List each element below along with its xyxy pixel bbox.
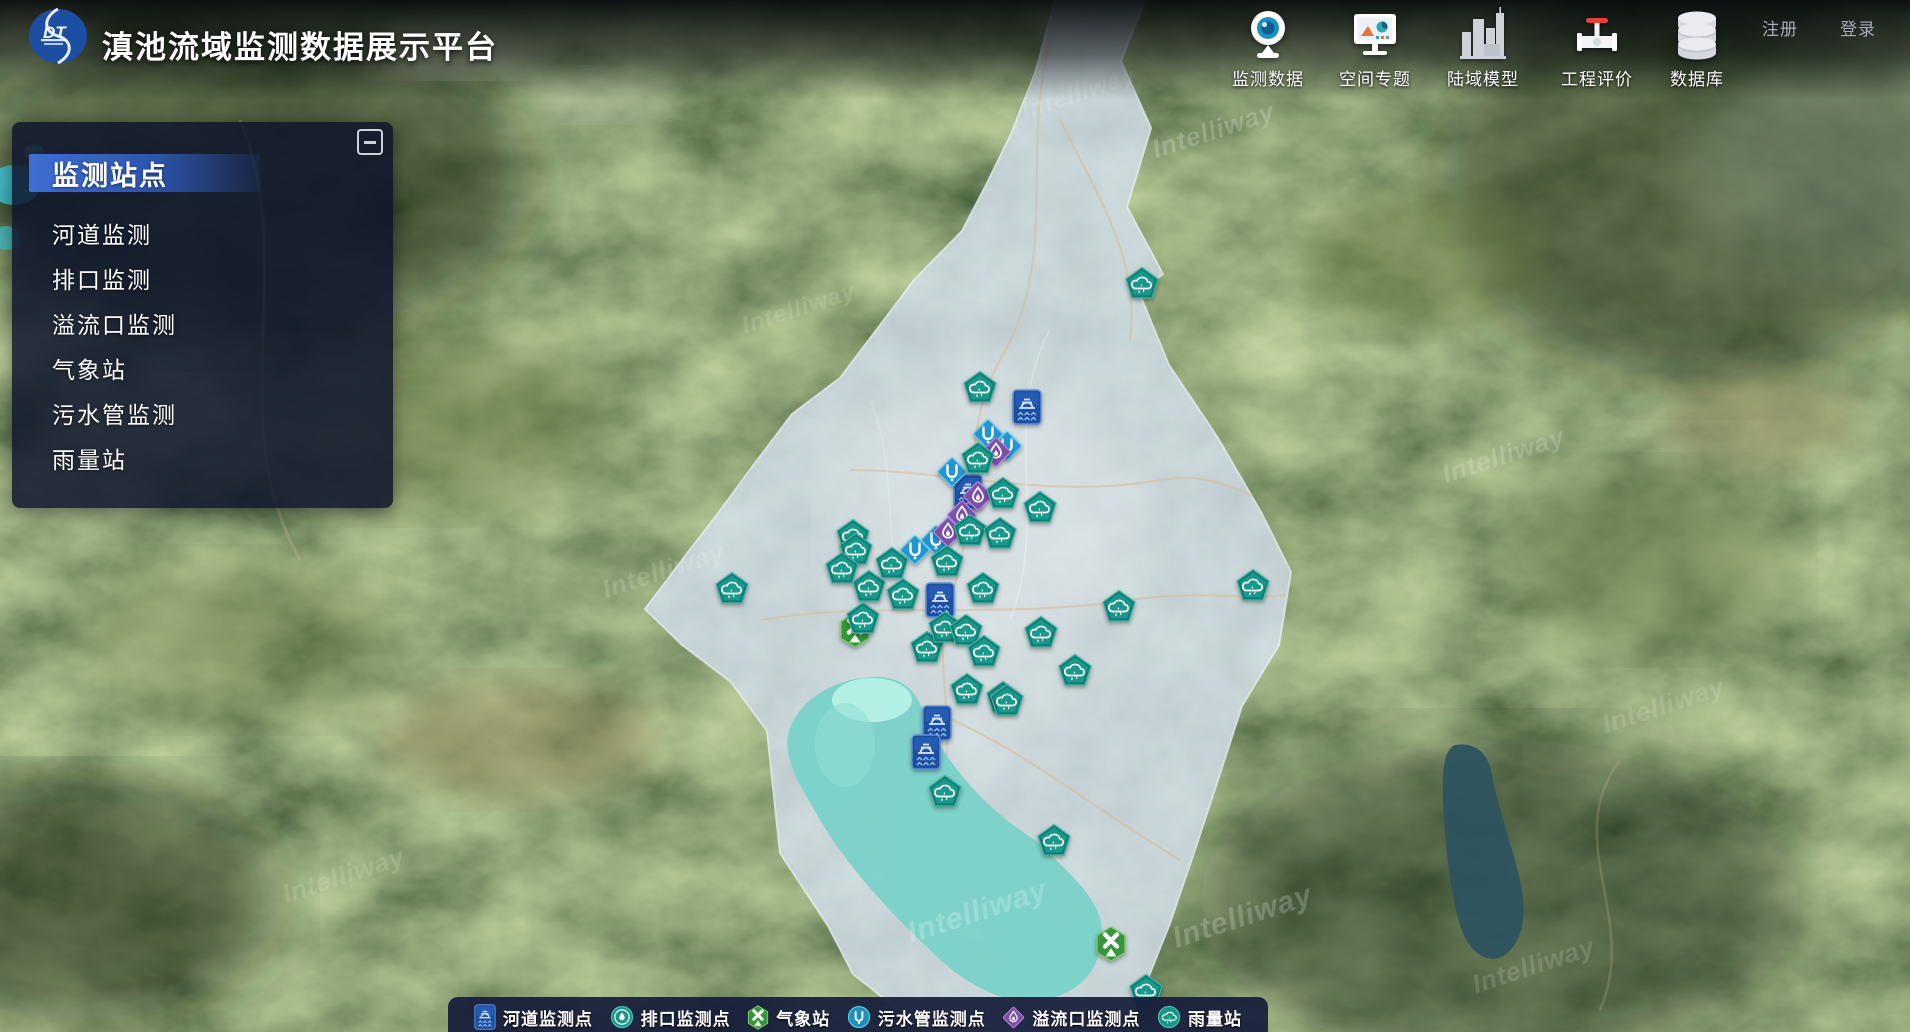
outlet-legend-icon <box>610 1005 634 1029</box>
legend-item-label: 排口监测点 <box>641 1005 731 1030</box>
svg-text:DT: DT <box>43 23 67 42</box>
rain-station-marker[interactable] <box>715 572 749 605</box>
rain-station-marker[interactable] <box>1125 267 1159 300</box>
rain-station-marker[interactable] <box>928 775 962 808</box>
river-station-marker[interactable] <box>911 734 941 770</box>
sidebar-item-6[interactable]: 雨量站 <box>52 435 177 480</box>
register-link[interactable]: 注册 <box>1762 15 1798 40</box>
sidebar-item-2[interactable]: 排口监测 <box>52 255 177 300</box>
panel-title: 监测站点 <box>29 154 260 192</box>
app-window: IntelliwayIntelliwayIntelliwayIntelliway… <box>0 0 1910 1032</box>
rain-station-marker[interactable] <box>967 635 1001 668</box>
sidebar-item-4[interactable]: 气象站 <box>52 345 177 390</box>
rain-station-marker[interactable] <box>1037 824 1071 857</box>
monitor-chart-icon <box>1348 4 1402 62</box>
monitoring-stations-panel: 监测站点 河道监测排口监测溢流口监测气象站污水管监测雨量站 <box>12 122 393 508</box>
webcam-icon <box>1241 4 1295 62</box>
weather-station-marker[interactable] <box>1095 926 1127 962</box>
legend-item-label: 气象站 <box>776 1005 830 1030</box>
rain-station-marker[interactable] <box>961 442 995 475</box>
rain-station-marker[interactable] <box>1102 590 1136 623</box>
rain-station-marker[interactable] <box>950 673 984 706</box>
legend-item: 雨量站 <box>1157 1005 1242 1030</box>
rain-station-marker[interactable] <box>963 371 997 404</box>
legend-item: 溢流口监测点 <box>1002 1005 1140 1030</box>
auth-links: 注册 登录 <box>1762 15 1876 40</box>
legend-item: 河道监测点 <box>474 1004 593 1030</box>
nav-item-label: 工程评价 <box>1561 65 1633 90</box>
map-legend-bar: 河道监测点 排口监测点 气象站 污水管监测点 溢流口监测点 雨量站 <box>448 997 1268 1032</box>
top-header-bar: DT 滇池流域监测数据展示平台 监测数据 空间专题 陆域模型 工程评价 数据库 … <box>0 0 1910 100</box>
river-station-marker[interactable] <box>1012 389 1042 425</box>
rain-station-marker[interactable] <box>1023 491 1057 524</box>
nav-item-label: 监测数据 <box>1232 65 1304 90</box>
buildings-icon <box>1456 4 1510 62</box>
nav-item-label: 空间专题 <box>1339 65 1411 90</box>
platform-logo-icon: DT <box>28 8 88 64</box>
rain-station-marker[interactable] <box>1058 654 1092 687</box>
nav-item-label: 陆域模型 <box>1447 65 1519 90</box>
nav-item-label: 数据库 <box>1670 65 1724 90</box>
legend-item-label: 河道监测点 <box>503 1005 593 1030</box>
rain-station-marker[interactable] <box>1236 569 1270 602</box>
river-legend-icon <box>474 1004 496 1030</box>
legend-item: 污水管监测点 <box>847 1005 986 1030</box>
sidebar-item-5[interactable]: 污水管监测 <box>52 390 177 435</box>
legend-item-label: 溢流口监测点 <box>1032 1005 1140 1030</box>
weather-legend-icon <box>747 1005 769 1030</box>
sidebar-item-3[interactable]: 溢流口监测 <box>52 300 177 345</box>
pipe-valve-icon <box>1570 4 1624 62</box>
rain-station-marker[interactable] <box>966 572 1000 605</box>
rain-station-marker[interactable] <box>986 477 1020 510</box>
rain-station-marker[interactable] <box>1024 616 1058 649</box>
rain-station-marker[interactable] <box>846 602 880 635</box>
page-title: 滇池流域监测数据展示平台 <box>102 22 498 67</box>
database-icon <box>1670 4 1724 62</box>
legend-item-label: 污水管监测点 <box>878 1005 986 1030</box>
rain-station-marker[interactable] <box>990 684 1024 717</box>
login-link[interactable]: 登录 <box>1840 15 1876 40</box>
legend-item-label: 雨量站 <box>1188 1005 1242 1030</box>
rain-station-marker[interactable] <box>875 547 909 580</box>
overflow-legend-icon <box>1002 1006 1025 1029</box>
sidebar-item-1[interactable]: 河道监测 <box>52 210 177 255</box>
rain-station-marker[interactable] <box>930 545 964 578</box>
legend-item: 排口监测点 <box>610 1005 731 1030</box>
rain-station-marker[interactable] <box>953 514 987 547</box>
nav-item-3[interactable]: 陆域模型 <box>1418 4 1548 90</box>
panel-collapse-button[interactable] <box>357 129 383 155</box>
rain-legend-icon <box>1157 1005 1181 1029</box>
nav-item-5[interactable]: 数据库 <box>1632 4 1762 90</box>
panel-menu: 河道监测排口监测溢流口监测气象站污水管监测雨量站 <box>52 210 177 480</box>
legend-item: 气象站 <box>747 1005 830 1030</box>
sewage-legend-icon <box>847 1005 871 1029</box>
rain-station-marker[interactable] <box>886 578 920 611</box>
rain-station-marker[interactable] <box>983 517 1017 550</box>
